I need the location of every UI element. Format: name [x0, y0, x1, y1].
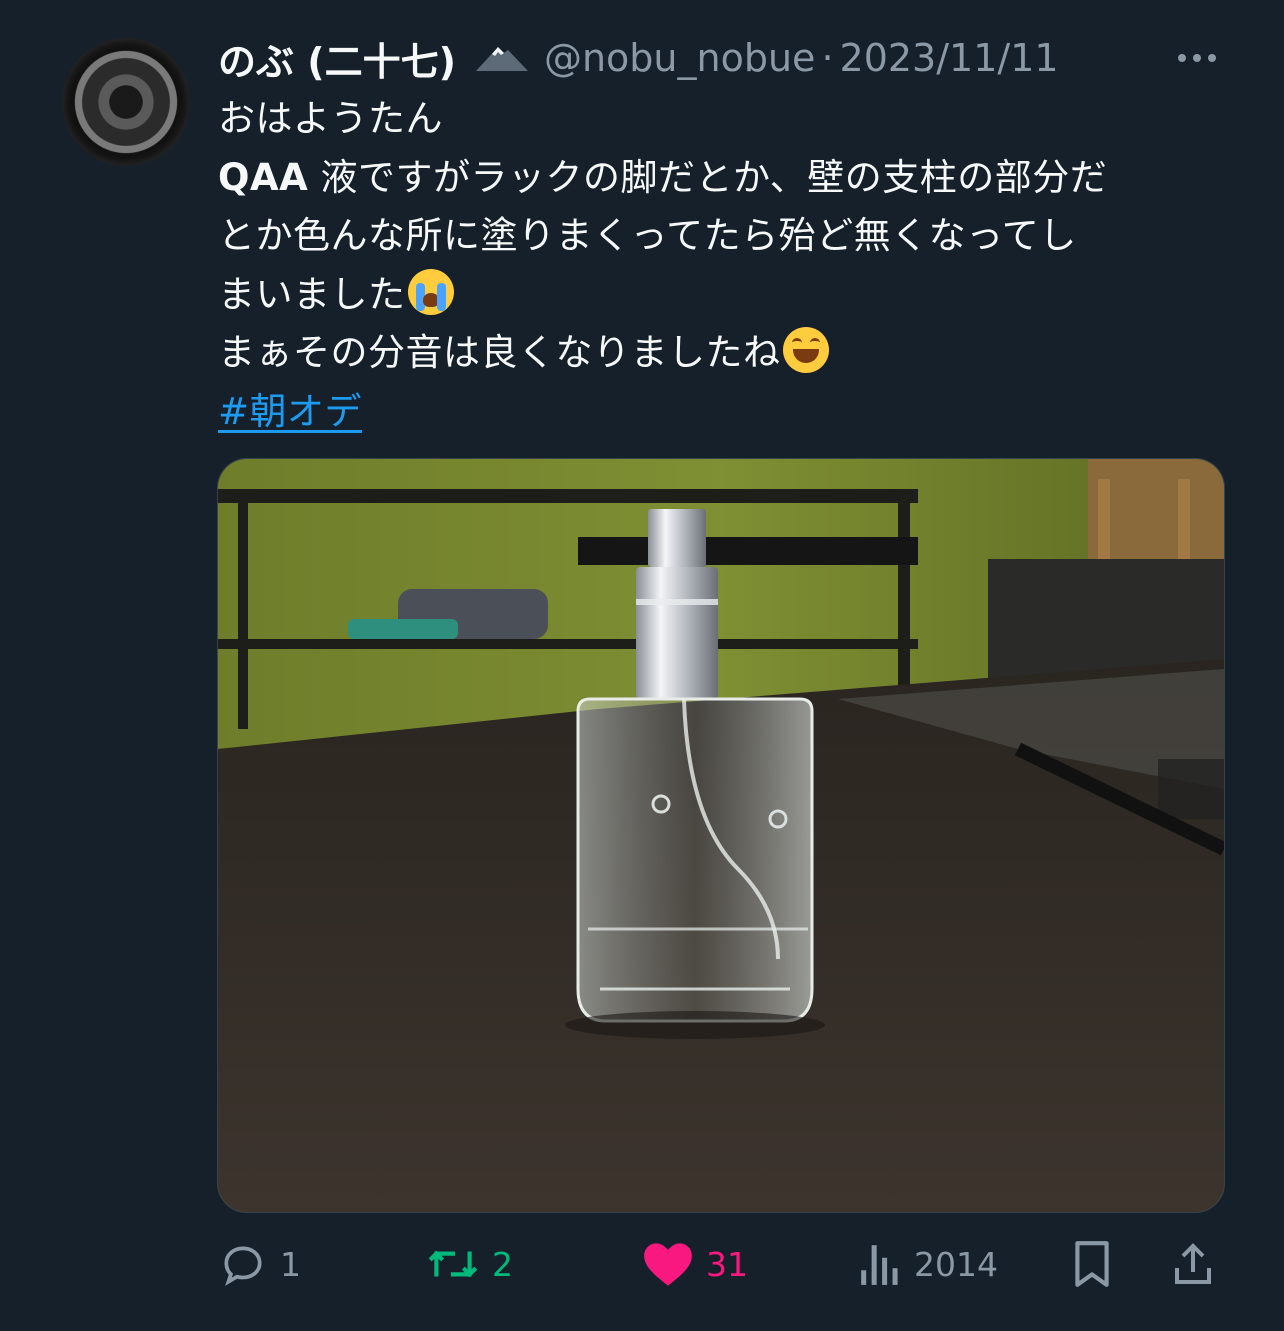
share-icon [1175, 1243, 1211, 1284]
more-icon[interactable] [1178, 54, 1244, 62]
separator-dot: · [821, 36, 834, 80]
mountain-icon [474, 43, 530, 73]
like-count: 31 [706, 1244, 748, 1284]
bookmark-icon [1075, 1241, 1109, 1287]
retweet-button[interactable]: 2 [426, 1232, 513, 1296]
share-button[interactable] [1170, 1232, 1216, 1296]
crying-face-icon [407, 268, 454, 315]
reply-count: 1 [280, 1244, 301, 1284]
photo-spray-bottle [218, 459, 1224, 1212]
text-line: まいました [218, 266, 1228, 325]
text-segment: まいました [218, 272, 406, 316]
text-line: #朝オデ [218, 383, 1228, 442]
like-button[interactable]: 31 [642, 1232, 748, 1296]
author-handle[interactable]: @nobu_nobue [544, 36, 815, 80]
tweet-photo[interactable] [217, 458, 1225, 1213]
heart-icon [644, 1243, 692, 1286]
reply-icon [224, 1246, 262, 1286]
text-line: おはようたん [218, 97, 443, 140]
tweet-date[interactable]: 2023/11/11 [840, 36, 1059, 80]
grinning-squinting-face-icon [782, 327, 829, 373]
text-strong: QAA [218, 155, 309, 199]
tweet-text: おはようたん QAA 液ですがラックの脚だとか、壁の支柱の部分だ とか色んな所に… [218, 90, 1228, 441]
avatar[interactable] [62, 38, 190, 166]
reply-button[interactable]: 1 [218, 1232, 301, 1296]
text-line: とか色んな所に塗りまくってたら殆ど無くなってし [218, 214, 1077, 257]
bookmark-button[interactable] [1070, 1232, 1114, 1296]
retweet-count: 2 [492, 1244, 513, 1284]
retweet-icon [428, 1250, 478, 1278]
author-name[interactable]: のぶ (二十七) [218, 31, 456, 86]
hashtag-link[interactable]: #朝オデ [218, 390, 362, 433]
analytics-icon [861, 1245, 898, 1285]
text-segment: まぁその分音は良くなりましたね [218, 331, 781, 374]
tweet-actions: 1 2 31 2014 [218, 1232, 1228, 1296]
text-line: QAA 液ですがラックの脚だとか、壁の支柱の部分だ [218, 149, 1228, 208]
views-count: 2014 [914, 1244, 998, 1284]
text-line: まぁその分音は良くなりましたね [218, 324, 1228, 383]
views-button[interactable]: 2014 [858, 1232, 998, 1296]
tweet-header: のぶ (二十七) @nobu_nobue · 2023/11/11 [218, 30, 1244, 86]
text-segment: 液ですがラックの脚だとか、壁の支柱の部分だ [308, 155, 1108, 199]
